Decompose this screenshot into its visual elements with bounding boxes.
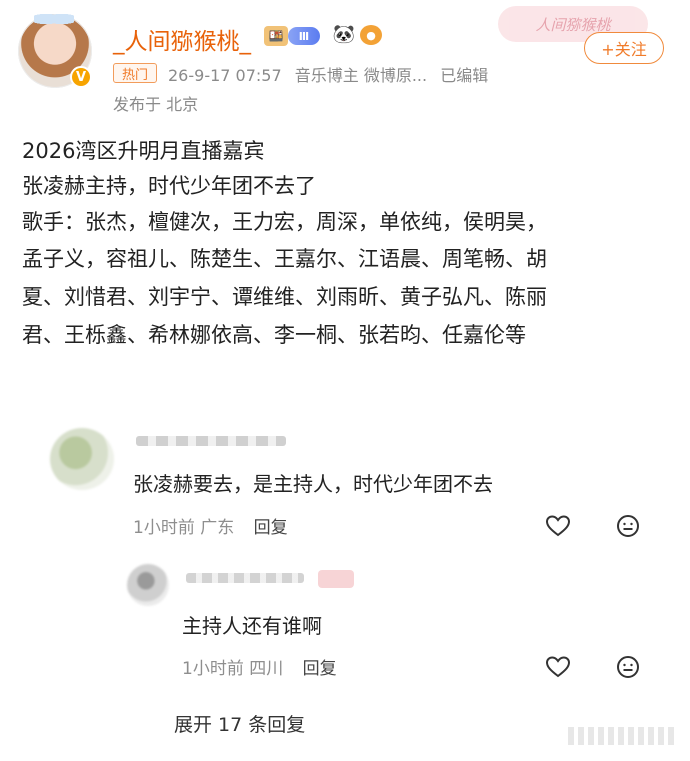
level-badge: Ⅲ: [288, 27, 320, 45]
post-location: 发布于 北京: [113, 95, 199, 114]
expand-replies-button[interactable]: 展开 17 条回复: [174, 710, 305, 737]
post-line: 张凌赫主持，时代少年团不去了: [22, 174, 316, 198]
verified-v-icon: V: [70, 66, 92, 88]
bottom-watermark: [568, 727, 678, 745]
heart-outline-icon[interactable]: [545, 514, 571, 538]
follow-button[interactable]: +关注: [584, 32, 664, 64]
comment-time: 1小时前: [133, 518, 195, 538]
comment-reply-button[interactable]: 回复: [254, 518, 288, 538]
post-line: 2026湾区升明月直播嘉宾: [22, 139, 265, 163]
panda-badge-icon: 🐼: [332, 24, 356, 45]
heart-outline-icon[interactable]: [545, 655, 571, 679]
post-line: 孟子义，容祖儿、陈楚生、王嘉尔、江语晨、周笔畅、胡: [22, 247, 547, 271]
reply-meta: 1小时前 四川 回复: [182, 654, 337, 679]
commenter-name-blurred: [136, 436, 286, 446]
reply-badge-blurred: [318, 570, 354, 588]
reply-avatar: [127, 564, 169, 606]
member-badge-icon: 🍱: [264, 26, 288, 46]
avatar-bow-decoration: [34, 10, 74, 28]
post-meta: 26-9-17 07:57 音乐博主 微博原... 已编辑: [168, 62, 496, 86]
edited-label[interactable]: 已编辑: [440, 66, 488, 85]
reply-time: 1小时前: [182, 659, 244, 679]
hot-tag: 热门: [113, 63, 157, 83]
comment-meta: 1小时前 广东 回复: [133, 513, 288, 538]
post-line: 歌手：张杰，檀健次，王力宏，周深，单依纯，侯明昊，: [22, 210, 547, 234]
reply-region: 四川: [249, 659, 284, 679]
post-line: 君、王栎鑫、希林娜依高、李一桐、张若昀、任嘉伦等: [22, 323, 526, 347]
reply-reply-button[interactable]: 回复: [303, 659, 337, 679]
username[interactable]: _人间猕猴桃_: [113, 22, 251, 56]
post-timestamp: 26-9-17 07:57: [168, 66, 282, 85]
fish-badge-icon: ●: [360, 25, 382, 45]
reply-text: 主持人还有谁啊: [182, 614, 322, 638]
post-source[interactable]: 音乐博主 微博原...: [295, 66, 427, 85]
comment-region: 广东: [200, 518, 235, 538]
comment-text: 张凌赫要去，是主持人，时代少年团不去: [133, 472, 493, 496]
reply-name-blurred: [186, 573, 304, 583]
emoji-icon[interactable]: [616, 514, 640, 538]
post-line: 夏、刘惜君、刘宇宁、谭维维、刘雨昕、黄子弘凡、陈丽: [22, 285, 547, 309]
emoji-icon[interactable]: [616, 655, 640, 679]
commenter-avatar: [50, 428, 114, 490]
